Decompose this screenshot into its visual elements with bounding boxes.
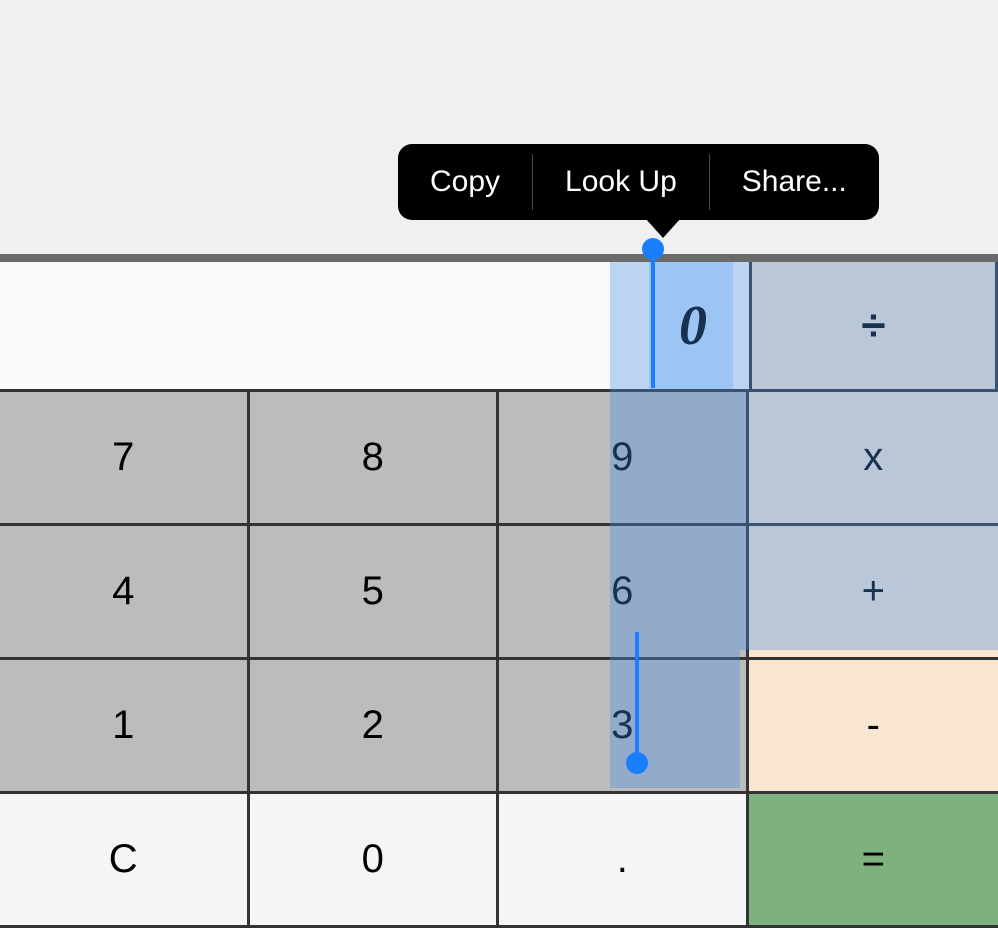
key-6[interactable]: 6 <box>499 526 749 660</box>
calculator-display[interactable]: 0 <box>0 262 749 389</box>
context-menu-copy[interactable]: Copy <box>398 144 532 220</box>
context-menu-arrow-icon <box>645 218 681 238</box>
equals-button[interactable]: = <box>749 794 998 928</box>
key-7[interactable]: 7 <box>0 392 250 526</box>
divider-bar <box>0 254 998 262</box>
key-0[interactable]: 0 <box>250 794 500 928</box>
plus-button[interactable]: + <box>749 526 998 660</box>
context-menu: Copy Look Up Share... <box>398 144 879 220</box>
key-5[interactable]: 5 <box>250 526 500 660</box>
key-2[interactable]: 2 <box>250 660 500 794</box>
multiply-button[interactable]: x <box>749 392 998 526</box>
decimal-button[interactable]: . <box>499 794 749 928</box>
key-1[interactable]: 1 <box>0 660 250 794</box>
display-row: 0 ÷ <box>0 262 998 389</box>
context-menu-lookup[interactable]: Look Up <box>533 144 709 220</box>
context-menu-share[interactable]: Share... <box>710 144 879 220</box>
divide-button[interactable]: ÷ <box>749 262 998 389</box>
clear-button[interactable]: C <box>0 794 250 928</box>
key-9[interactable]: 9 <box>499 392 749 526</box>
minus-button[interactable]: - <box>749 660 998 794</box>
key-4[interactable]: 4 <box>0 526 250 660</box>
display-value: 0 <box>679 294 707 358</box>
key-3[interactable]: 3 <box>499 660 749 794</box>
keypad: 7 8 9 x 4 5 6 + 1 2 3 - C 0 . = <box>0 389 998 928</box>
key-8[interactable]: 8 <box>250 392 500 526</box>
